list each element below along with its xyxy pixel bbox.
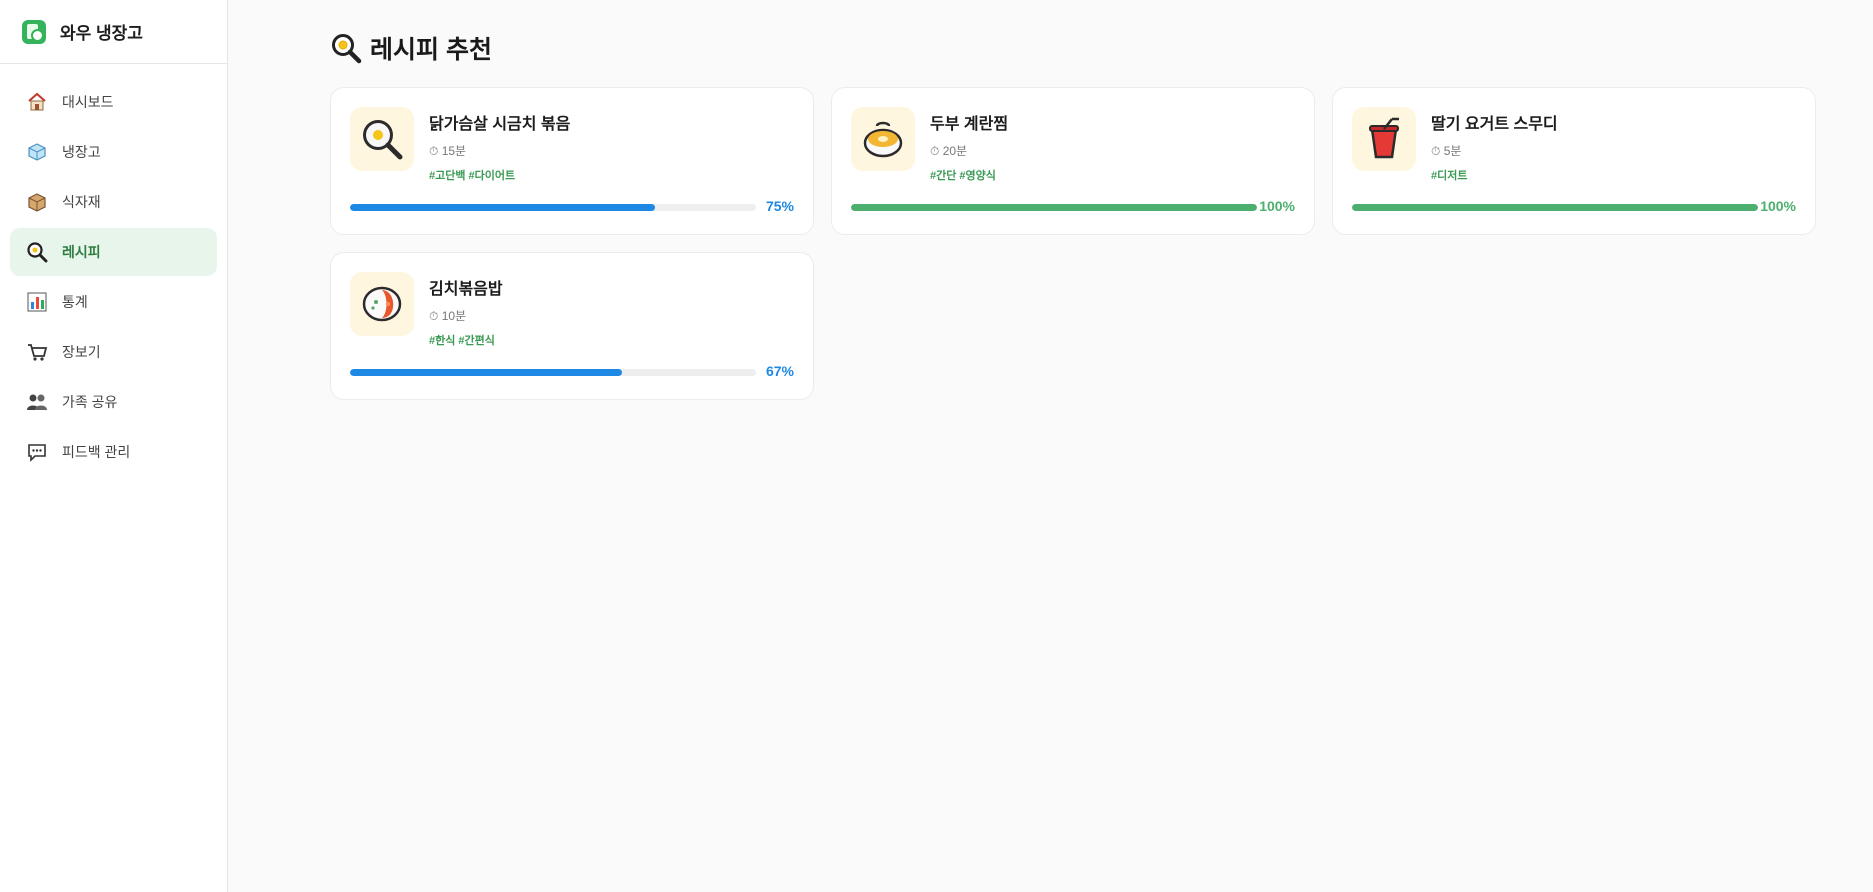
match-percent: 67% [765,363,794,379]
sidebar-item-label: 장보기 [62,344,101,360]
magnifier-icon [332,34,362,64]
match-progress-fill [851,204,1257,211]
recipe-card[interactable]: 딸기 요거트 스무디 ⏱ 5분 #디저트 100% [1332,87,1816,235]
magnifier-icon [26,241,48,263]
match-progress-bar [1352,204,1758,211]
sidebar-item-label: 가족 공유 [62,394,118,410]
match-progress-bar [350,369,756,376]
recipe-card[interactable]: 닭가슴살 시금치 볶음 ⏱ 15분 #고단백 #다이어트 75% [330,87,814,235]
match-progress-fill [1352,204,1758,211]
house-icon [26,91,48,113]
frying-pan-icon [363,120,403,160]
match-percent: 100% [1259,198,1295,214]
recipe-card[interactable]: 김치볶음밥 ⏱ 10분 #한식 #간편식 67% [330,252,814,400]
recipe-tags: #고단백 #다이어트 [429,170,516,182]
sidebar-item-label: 통계 [62,294,88,310]
recipe-name: 김치볶음밥 [429,281,503,298]
app-title: 와우 냉장고 [60,24,143,43]
sidebar-item-recipes[interactable]: 레시피 [10,228,217,276]
recipe-thumbnail [350,107,414,171]
main-content: 레시피 추천 닭가슴살 시금치 볶음 ⏱ 15분 #고단백 #다이어트 75% … [228,0,1873,892]
people-icon [26,391,48,413]
page-title-text: 레시피 추천 [370,36,492,64]
sidebar-item-label: 레시피 [62,244,101,260]
recipe-tags: #한식 #간편식 [429,335,495,347]
recipe-tags: #간단 #영양식 [930,170,996,182]
match-progress-bar [350,204,756,211]
recipe-thumbnail [851,107,915,171]
match-progress-fill [350,204,655,211]
brand[interactable]: 와우 냉장고 [0,0,227,64]
sidebar-item-statistics[interactable]: 통계 [10,278,217,326]
chat-bubble-icon [26,441,48,463]
box-icon [26,191,48,213]
match-percent: 100% [1760,198,1796,214]
match-progress-fill [350,369,623,376]
ice-cube-icon [26,141,48,163]
sidebar-item-family-share[interactable]: 가족 공유 [10,378,217,426]
sidebar-item-feedback[interactable]: 피드백 관리 [10,428,217,476]
recipe-time: ⏱ 15분 [429,144,467,158]
sidebar-item-label: 대시보드 [62,94,114,110]
recipe-name: 딸기 요거트 스무디 [1431,116,1558,133]
fridge-check-icon [22,19,46,44]
recipe-card[interactable]: 두부 계란찜 ⏱ 20분 #간단 #영양식 100% [831,87,1315,235]
page-title: 레시피 추천 [330,30,492,66]
recipe-tags: #디저트 [1431,170,1468,182]
cup-with-straw-icon [1369,117,1399,159]
sidebar-item-ingredients[interactable]: 식자재 [10,178,217,226]
cart-icon [26,341,48,363]
recipe-time: ⏱ 10분 [429,309,467,323]
sidebar-item-dashboard[interactable]: 대시보드 [10,78,217,126]
match-percent: 75% [765,198,794,214]
rice-bowl-icon [362,286,402,322]
recipe-thumbnail [1352,107,1416,171]
sidebar-item-label: 냉장고 [62,144,101,160]
recipe-time: ⏱ 5분 [1431,144,1462,158]
sidebar-item-fridge[interactable]: 냉장고 [10,128,217,176]
sidebar-item-shopping[interactable]: 장보기 [10,328,217,376]
recipe-name: 닭가슴살 시금치 볶음 [429,116,571,133]
sidebar-item-label: 피드백 관리 [62,444,131,460]
recipe-time: ⏱ 20분 [930,144,968,158]
bar-chart-icon [26,291,48,313]
recipe-thumbnail [350,272,414,336]
sidebar: 와우 냉장고 대시보드 냉장고 식자재 레시피 통계 장보기 가족 공유 피드백… [0,0,228,892]
match-progress-bar [851,204,1257,211]
sidebar-item-label: 식자재 [62,194,101,210]
sidebar-nav: 대시보드 냉장고 식자재 레시피 통계 장보기 가족 공유 피드백 관리 [0,64,227,476]
stew-pot-icon [863,121,903,158]
recipe-name: 두부 계란찜 [930,116,1009,133]
